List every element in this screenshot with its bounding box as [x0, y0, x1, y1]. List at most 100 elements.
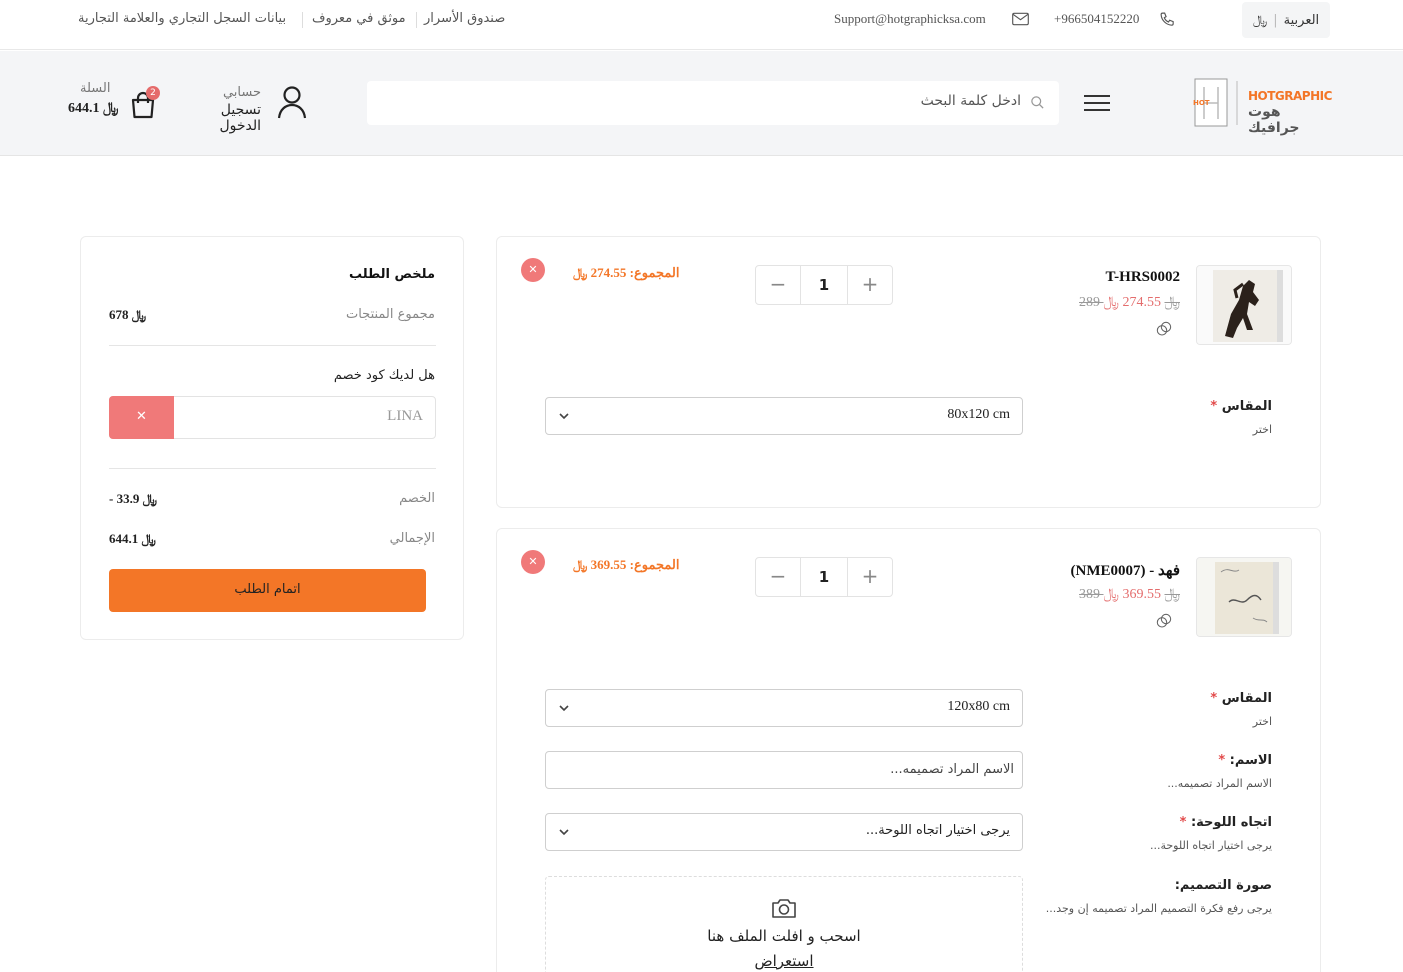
design-name-label-text: الاسم: [1229, 753, 1272, 768]
design-image-help: يرجى رفع فكرة التصميم المراد تصميمه إن و… [1045, 902, 1272, 915]
new-price: 274.55 ﷼ [1103, 295, 1162, 310]
mail-icon [1012, 12, 1029, 26]
quantity-value[interactable]: 1 [801, 266, 847, 304]
order-summary: ملخص الطلب مجموع المنتجات 678 ﷼ هل لديك … [80, 236, 464, 640]
chevron-down-icon [559, 829, 569, 836]
decrease-qty-button[interactable]: − [756, 558, 801, 596]
cart-label: السلة [80, 81, 111, 96]
new-price: 369.55 ﷼ [1103, 587, 1162, 602]
quantity-stepper[interactable]: − 1 + [755, 265, 893, 305]
coins-icon [1156, 613, 1172, 628]
design-image-label: صورة التصميم: [1174, 878, 1272, 893]
subtotal-label: مجموع المنتجات [345, 307, 435, 322]
language-label: العربية [1283, 12, 1320, 28]
search-input[interactable]: ادخل كلمة البحث [367, 81, 1059, 125]
size-label: المقاس * [1210, 691, 1272, 706]
quantity-stepper[interactable]: − 1 + [755, 557, 893, 597]
cart-amount: 644.1 ﷼ [68, 101, 119, 116]
summary-title: ملخص الطلب [348, 267, 435, 282]
required-mark: * [1210, 691, 1218, 706]
chevron-down-icon [559, 705, 569, 712]
orientation-value: يرجى اختيار اتجاه اللوحة... [865, 823, 1010, 838]
calligraphy-painting-image [1197, 558, 1291, 636]
product-name[interactable]: T-HRS0002 [1106, 269, 1180, 286]
divider [109, 468, 436, 469]
browse-link[interactable]: استعراض [546, 952, 1022, 970]
coins-icon [1156, 321, 1172, 336]
product-image[interactable] [1196, 265, 1292, 345]
horse-painting-image [1197, 266, 1291, 344]
increase-qty-button[interactable]: + [847, 266, 892, 304]
divider: | [1273, 12, 1278, 28]
size-help: اختر [1252, 423, 1272, 436]
logo-hot: HOT [1193, 99, 1210, 107]
phone-icon [1160, 12, 1174, 26]
email-link[interactable]: Support@hotgraphicksa.com [834, 11, 986, 27]
divider [302, 12, 303, 28]
phone-link[interactable]: +966504152220 [1054, 11, 1139, 27]
currency-symbol: ﷼ [1252, 12, 1268, 28]
product-image[interactable] [1196, 557, 1292, 637]
coupon-field[interactable]: LINA ✕ [109, 396, 436, 439]
cart-link[interactable]: السلة 644.1 ﷼ 2 [68, 79, 168, 129]
camera-icon [772, 899, 796, 918]
language-switcher[interactable]: العربية | ﷼ [1242, 2, 1330, 38]
login-label: تسجيل الدخول [219, 102, 261, 134]
size-value: 80x120 cm [947, 407, 1010, 422]
required-mark: * [1218, 753, 1226, 768]
secrets-box-link[interactable]: صندوق الأسرار [424, 11, 505, 26]
discount-value: - 33.9 ﷼ [109, 491, 157, 506]
account-link[interactable]: حسابي تسجيل الدخول [175, 83, 307, 134]
design-name-label: الاسم: * [1218, 753, 1272, 768]
menu-toggle-icon[interactable] [1084, 95, 1110, 113]
size-help: اختر [1252, 715, 1272, 728]
required-mark: * [1179, 815, 1187, 830]
size-value: 120x80 cm [947, 699, 1010, 714]
file-dropzone[interactable]: اسحب و افلت الملف هنا استعراض [545, 876, 1023, 972]
subtotal-value: 678 ﷼ [109, 307, 147, 322]
orientation-help: يرجى اختيار اتجاه اللوحة... [1150, 839, 1272, 852]
maroof-link[interactable]: موثق في معروف [312, 11, 406, 26]
commercial-register-link[interactable]: بيانات السجل التجاري والعلامة التجارية [78, 11, 286, 26]
site-logo[interactable]: HOT HOTGRAPHIC هوت جرافيك [1192, 77, 1332, 136]
size-label-text: المقاس [1221, 691, 1272, 706]
logo-text-ar: هوت جرافيك [1248, 104, 1300, 136]
decrease-qty-button[interactable]: − [756, 266, 801, 304]
remove-item-button[interactable]: ✕ [521, 550, 545, 574]
size-label: المقاس * [1210, 399, 1272, 414]
size-select[interactable]: 80x120 cm [545, 397, 1023, 435]
top-bar: العربية | ﷼ +966504152220 Support@hotgra… [0, 0, 1403, 50]
design-name-help: الاسم المراد تصميمه... [1167, 777, 1272, 790]
item-total: المجموع: 369.55 ﷼ [573, 557, 680, 572]
coupon-question: هل لديك كود خصم [333, 368, 435, 383]
product-price: 389 ﷼ 369.55 ﷼ [1079, 587, 1180, 603]
item-total: المجموع: 274.55 ﷼ [573, 265, 680, 280]
size-label-text: المقاس [1221, 399, 1272, 414]
size-select[interactable]: 120x80 cm [545, 689, 1023, 727]
orientation-label: اتجاه اللوحة: * [1180, 815, 1272, 830]
total-value: 644.1 ﷼ [109, 531, 156, 546]
product-name[interactable]: فهد - (NME0007) [1071, 561, 1180, 580]
search-icon[interactable] [1030, 95, 1045, 110]
divider [109, 345, 436, 346]
cart-count-badge: 2 [146, 86, 160, 100]
design-name-input[interactable]: الاسم المراد تصميمه... [545, 751, 1023, 789]
remove-item-button[interactable]: ✕ [521, 258, 545, 282]
divider [416, 12, 417, 28]
coupon-value: LINA [387, 408, 423, 424]
discount-label: الخصم [399, 491, 435, 506]
orientation-label-text: اتجاه اللوحة: [1190, 815, 1272, 830]
design-name-placeholder: الاسم المراد تصميمه... [890, 762, 1014, 777]
increase-qty-button[interactable]: + [847, 558, 892, 596]
main-header: HOT HOTGRAPHIC هوت جرافيك ادخل كلمة البح… [0, 51, 1403, 156]
account-label: حسابي [222, 85, 261, 100]
cart-item: فهد - (NME0007) 389 ﷼ 369.55 ﷼ − 1 + الم… [496, 528, 1321, 972]
required-mark: * [1210, 399, 1218, 414]
coupon-remove-button[interactable]: ✕ [109, 396, 174, 439]
orientation-select[interactable]: يرجى اختيار اتجاه اللوحة... [545, 813, 1023, 851]
checkout-button[interactable]: اتمام الطلب [109, 569, 426, 612]
quantity-value[interactable]: 1 [801, 558, 847, 596]
logo-text-en: HOTGRAPHIC [1248, 89, 1332, 103]
search-placeholder: ادخل كلمة البحث [920, 93, 1021, 109]
user-icon [277, 86, 307, 119]
